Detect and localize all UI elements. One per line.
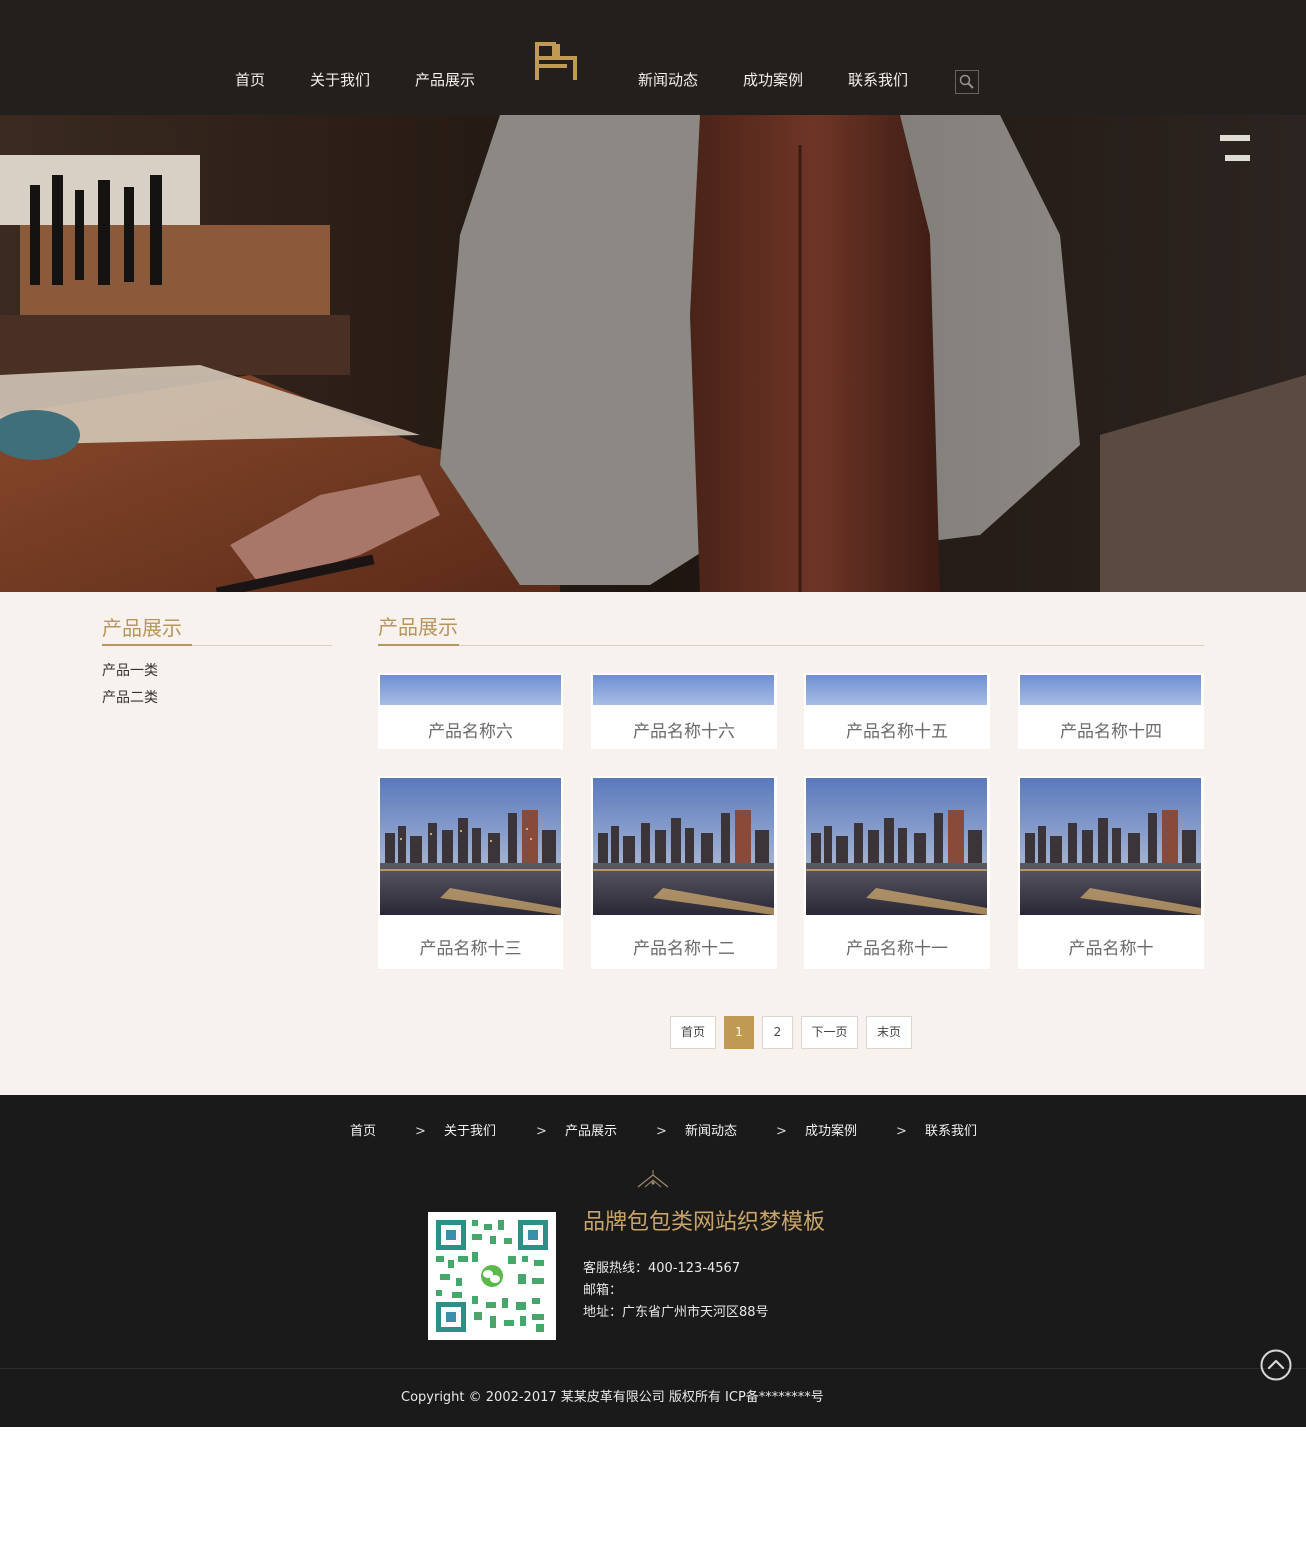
- site-header: 首页 关于我们 产品展示 新闻动态 成功案例 联系我们: [0, 0, 1306, 115]
- product-card[interactable]: 产品名称十一: [804, 776, 990, 969]
- pager-page-1[interactable]: 1: [724, 1016, 754, 1049]
- footer-nav-cases[interactable]: 成功案例: [805, 1123, 857, 1141]
- product-image[interactable]: [1020, 778, 1201, 915]
- pager-page-2[interactable]: 2: [762, 1016, 793, 1049]
- footer-nav-about[interactable]: 关于我们: [444, 1123, 496, 1141]
- product-image[interactable]: [593, 778, 774, 915]
- product-image[interactable]: [1020, 675, 1201, 705]
- product-card[interactable]: 产品名称十: [1018, 776, 1204, 969]
- product-image[interactable]: [806, 675, 987, 705]
- product-card[interactable]: 产品名称六: [378, 673, 563, 749]
- pager-next[interactable]: 下一页: [801, 1016, 858, 1049]
- nav-cases[interactable]: 成功案例: [743, 70, 803, 90]
- nav-news[interactable]: 新闻动态: [638, 70, 698, 90]
- product-image[interactable]: [806, 778, 987, 915]
- sidebar-item-category-2[interactable]: 产品二类: [102, 689, 158, 707]
- footer-nav-separator: >: [776, 1124, 787, 1139]
- wechat-qr-code: [428, 1212, 556, 1340]
- nav-products[interactable]: 产品展示: [415, 70, 475, 90]
- copyright-text: Copyright © 2002-2017 某某皮革有限公司 版权所有 ICP备…: [401, 1390, 824, 1405]
- contact-address: 地址：广东省广州市天河区88号: [583, 1305, 769, 1320]
- product-name[interactable]: 产品名称十五: [804, 717, 990, 742]
- contact-hotline: 客服热线：400-123-4567: [583, 1261, 741, 1276]
- contact-email: 邮箱：: [583, 1283, 623, 1298]
- product-name[interactable]: 产品名称十三: [378, 934, 563, 959]
- product-name[interactable]: 产品名称十四: [1018, 717, 1204, 742]
- nav-home[interactable]: 首页: [235, 70, 265, 90]
- footer-nav-home[interactable]: 首页: [350, 1123, 376, 1141]
- product-card[interactable]: 产品名称十四: [1018, 673, 1204, 749]
- product-name[interactable]: 产品名称十六: [591, 717, 777, 742]
- footer-nav-separator: >: [536, 1124, 547, 1139]
- product-card[interactable]: 产品名称十五: [804, 673, 990, 749]
- footer-nav-separator: >: [896, 1124, 907, 1139]
- nav-about[interactable]: 关于我们: [310, 70, 370, 90]
- content-divider: [378, 645, 1204, 646]
- back-to-top-icon[interactable]: [1260, 1349, 1292, 1381]
- product-name[interactable]: 产品名称十二: [591, 934, 777, 959]
- product-name[interactable]: 产品名称十一: [804, 934, 990, 959]
- footer-divider: [0, 1368, 1306, 1369]
- main-content: 产品展示 产品一类 产品二类 产品展示 产品名称六 产品名称十六 产品名称十五 …: [0, 592, 1306, 1095]
- product-card[interactable]: 产品名称十六: [591, 673, 777, 749]
- product-card[interactable]: 产品名称十三: [378, 776, 563, 969]
- sidebar-title: 产品展示: [102, 616, 182, 640]
- product-name[interactable]: 产品名称六: [378, 717, 563, 742]
- sidebar-item-category-1[interactable]: 产品一类: [102, 662, 158, 680]
- footer-nav-separator: >: [656, 1124, 667, 1139]
- hero-banner: [0, 115, 1306, 592]
- product-image[interactable]: [380, 675, 561, 705]
- product-name[interactable]: 产品名称十: [1018, 934, 1204, 959]
- site-footer: 首页 > 关于我们 > 产品展示 > 新闻动态 > 成功案例 > 联系我们 品牌…: [0, 1095, 1306, 1427]
- product-image[interactable]: [593, 675, 774, 705]
- sidebar-divider-accent: [102, 644, 192, 646]
- search-icon[interactable]: [955, 70, 979, 94]
- nav-contact[interactable]: 联系我们: [848, 70, 908, 90]
- bag-logo-icon[interactable]: [534, 42, 578, 82]
- leather-craftsman-image: [0, 115, 1306, 592]
- content-title: 产品展示: [378, 615, 458, 639]
- product-card[interactable]: 产品名称十二: [591, 776, 777, 969]
- pager-last[interactable]: 末页: [866, 1016, 912, 1049]
- footer-nav-separator: >: [415, 1124, 426, 1139]
- ornament-icon: [636, 1169, 670, 1191]
- content-divider-accent: [378, 644, 459, 646]
- footer-nav-products[interactable]: 产品展示: [565, 1123, 617, 1141]
- product-image[interactable]: [380, 778, 561, 915]
- footer-nav-contact[interactable]: 联系我们: [925, 1123, 977, 1141]
- pager-first[interactable]: 首页: [670, 1016, 716, 1049]
- brand-title: 品牌包包类网站织梦模板: [583, 1210, 826, 1235]
- footer-nav-news[interactable]: 新闻动态: [685, 1123, 737, 1141]
